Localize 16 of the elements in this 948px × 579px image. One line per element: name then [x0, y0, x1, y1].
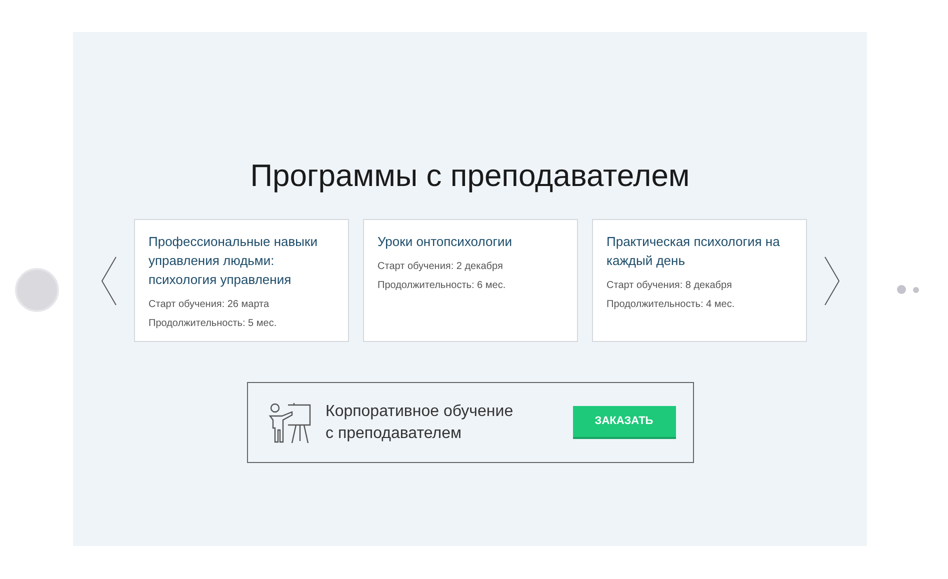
- section-title: Программы с преподавателем: [250, 157, 690, 195]
- course-title: Уроки онтопсихологии: [378, 233, 513, 251]
- course-card[interactable]: Профессиональные навыки управления людьми: психология управления Старт обучения: 26 марта Продолжительность: 5 мес.: [134, 219, 348, 342]
- course-start: Старт обучения: 26 марта: [148, 298, 270, 312]
- course-duration: Продолжительность: 4 мес.: [606, 298, 736, 312]
- course-card[interactable]: Уроки онтопсихологии Старт обучения: 2 декабря Продолжительность: 6 мес.: [362, 219, 578, 342]
- course-duration: Продолжительность: 6 мес.: [378, 279, 507, 293]
- round-button[interactable]: [14, 268, 58, 312]
- course-start: Старт обучения: 8 декабря: [606, 279, 733, 293]
- course-start: Старт обучения: 2 декабря: [378, 260, 504, 274]
- banner-text: Корпоративное обучение: [326, 402, 514, 422]
- course-card[interactable]: Практическая психология на каждый день Старт обучения: 8 декабря Продолжительность: 4 мес.: [592, 219, 806, 342]
- course-title: Профессиональные навыки управления людьми: психология управления: [148, 233, 318, 289]
- course-duration: Продолжительность: 5 мес.: [148, 317, 278, 331]
- course-title: Практическая психология на каждый день: [606, 233, 781, 270]
- banner-text: с преподавателем: [326, 424, 462, 444]
